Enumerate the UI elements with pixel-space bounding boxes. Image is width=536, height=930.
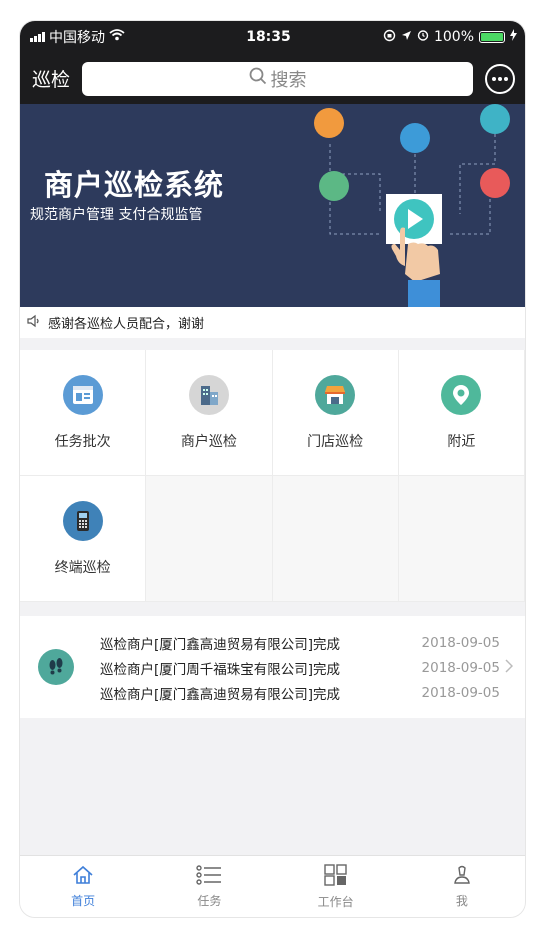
notice-text: 感谢各巡检人员配合，谢谢 xyxy=(48,317,205,332)
tab-label: 工作台 xyxy=(317,894,354,909)
grid-item-nearby[interactable]: 附近 xyxy=(398,350,525,476)
grid-label: 门店巡检 xyxy=(307,433,364,450)
tab-tasks[interactable]: 任务 xyxy=(146,856,272,917)
terminal-icon xyxy=(62,500,103,541)
wifi-icon xyxy=(109,29,125,45)
banner-title: 商户巡检系统 xyxy=(44,168,225,202)
tab-bar: 首页 任务 工作台 我 xyxy=(20,855,525,917)
record-row: 巡检商户[厦门鑫高迪贸易有限公司]完成 2018-09-05 xyxy=(100,630,500,655)
signal-icon xyxy=(30,32,45,42)
grid-item-task-batch[interactable]: 任务批次 xyxy=(20,350,147,476)
location-arrow-icon xyxy=(401,29,412,45)
grid-item-terminal-inspection[interactable]: 终端巡检 xyxy=(20,476,147,602)
status-bar: 中国移动 18:35 100% xyxy=(20,21,525,53)
workbench-icon xyxy=(323,863,348,889)
top-bar: 中国移动 18:35 100% 巡检 搜索 xyxy=(20,21,525,104)
profile-icon xyxy=(453,865,471,888)
footprint-icon xyxy=(38,649,74,685)
grid-label: 任务批次 xyxy=(54,433,111,450)
record-date: 2018-09-05 xyxy=(421,659,500,676)
search-icon xyxy=(249,67,267,90)
inspection-records[interactable]: 巡检商户[厦门鑫高迪贸易有限公司]完成 2018-09-05 巡检商户[厦门周千… xyxy=(20,616,525,718)
status-time: 18:35 xyxy=(246,29,291,45)
carrier-label: 中国移动 xyxy=(49,30,105,46)
record-text: 巡检商户[厦门鑫高迪贸易有限公司]完成 xyxy=(100,686,341,703)
nav-bar: 巡检 搜索 xyxy=(20,53,525,104)
grid-item-store-inspection[interactable]: 门店巡检 xyxy=(272,350,399,476)
chevron-right-icon xyxy=(505,658,514,677)
tab-label: 首页 xyxy=(71,893,96,908)
phone-frame: 中国移动 18:35 100% 巡检 搜索 商户巡检系统 规范商户管理 支付合规… xyxy=(19,20,526,918)
home-icon xyxy=(72,865,94,888)
grid-label: 附近 xyxy=(447,433,476,450)
grid-empty-cell xyxy=(146,476,273,602)
grid-label: 终端巡检 xyxy=(54,559,111,576)
location-pin-icon xyxy=(441,374,482,415)
grid-empty-cell xyxy=(272,476,399,602)
charging-icon xyxy=(510,29,517,45)
rotation-lock-icon xyxy=(383,29,396,46)
notice-bar[interactable]: 感谢各巡检人员配合，谢谢 xyxy=(20,307,525,338)
grid-empty-cell xyxy=(398,476,525,602)
record-row: 巡检商户[厦门鑫高迪贸易有限公司]完成 2018-09-05 xyxy=(100,680,500,705)
grid-item-merchant-inspection[interactable]: 商户巡检 xyxy=(146,350,273,476)
tab-home[interactable]: 首页 xyxy=(20,856,146,917)
list-icon xyxy=(196,864,222,888)
search-input[interactable]: 搜索 xyxy=(82,61,473,96)
record-text: 巡检商户[厦门周千福珠宝有限公司]完成 xyxy=(100,661,341,678)
tab-workbench[interactable]: 工作台 xyxy=(273,856,399,917)
tab-label: 我 xyxy=(455,893,468,908)
feature-grid: 任务批次 商户巡检 门店巡检 附近 终端巡检 xyxy=(20,350,525,602)
record-date: 2018-09-05 xyxy=(421,634,500,651)
tab-me[interactable]: 我 xyxy=(399,856,525,917)
record-row: 巡检商户[厦门周千福珠宝有限公司]完成 2018-09-05 xyxy=(100,655,500,680)
nav-title: 巡检 xyxy=(32,69,71,91)
battery-icon xyxy=(479,31,505,43)
speaker-icon xyxy=(26,314,42,332)
grid-label: 商户巡检 xyxy=(180,433,237,450)
record-text: 巡检商户[厦门鑫高迪贸易有限公司]完成 xyxy=(100,636,341,653)
message-icon[interactable] xyxy=(485,63,515,94)
banner[interactable]: 商户巡检系统 规范商户管理 支付合规监管 xyxy=(20,104,525,307)
search-placeholder: 搜索 xyxy=(270,69,307,91)
tab-label: 任务 xyxy=(197,893,222,908)
alarm-icon xyxy=(417,29,429,45)
merchant-building-icon xyxy=(188,374,229,415)
banner-subtitle: 规范商户管理 支付合规监管 xyxy=(30,207,203,223)
store-icon xyxy=(315,374,356,415)
record-date: 2018-09-05 xyxy=(421,684,500,701)
battery-percent: 100% xyxy=(433,29,474,45)
task-batch-icon xyxy=(62,374,103,415)
